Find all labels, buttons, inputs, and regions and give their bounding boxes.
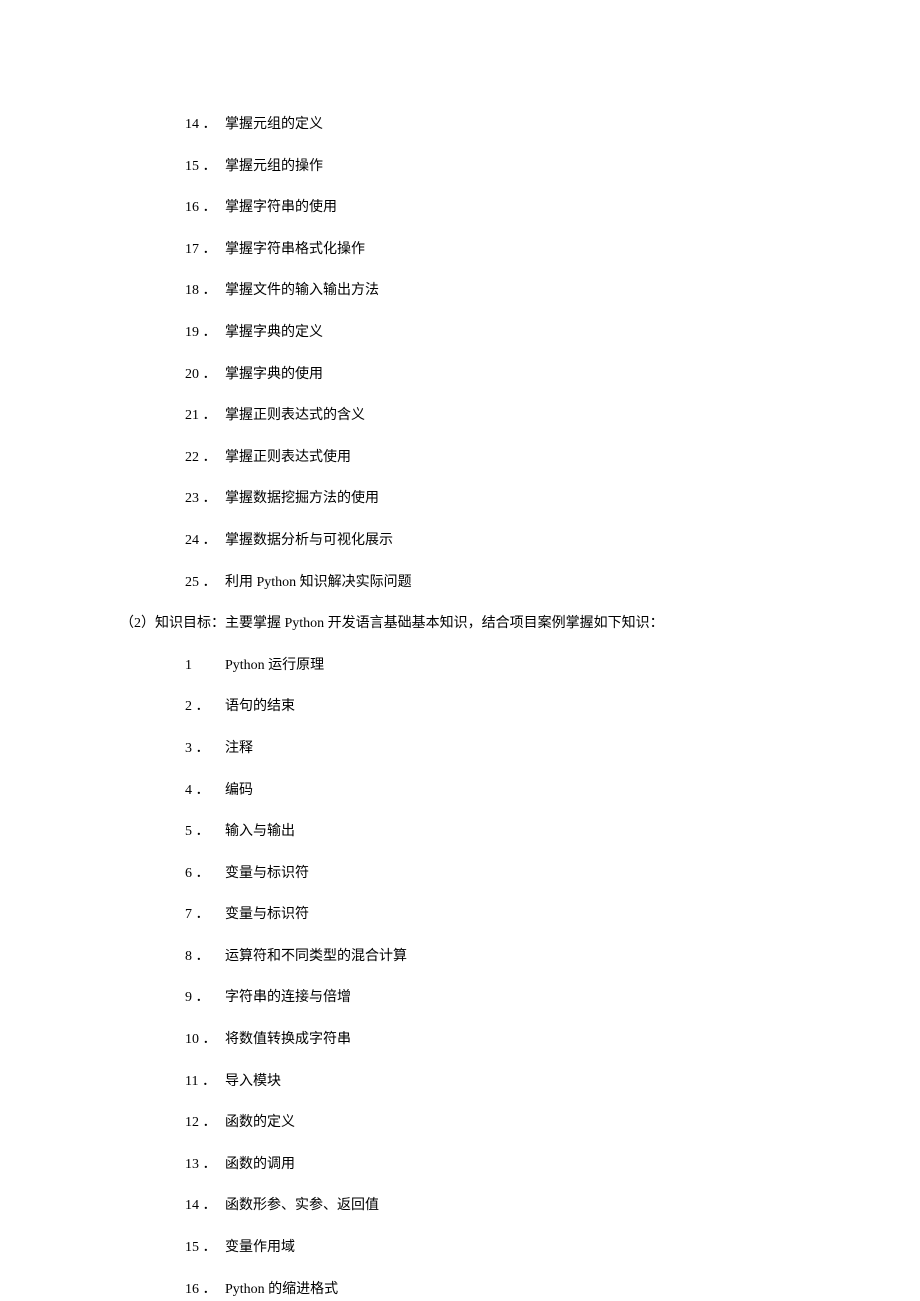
knowledge-goals-list: 1 Python 运行原理 2 ． 语句的结束 3 ． 注释 4 ． 编码 5 … <box>120 656 800 1300</box>
item-text: 函数形参、实参、返回值 <box>225 1196 379 1216</box>
item-text: 编码 <box>225 781 253 801</box>
item-text: 字符串的连接与倍增 <box>225 988 351 1008</box>
item-number: 25 ． <box>185 573 225 593</box>
list-item: 8 ． 运算符和不同类型的混合计算 <box>120 947 800 967</box>
item-text: 将数值转换成字符串 <box>225 1030 351 1050</box>
item-text: 变量与标识符 <box>225 864 309 884</box>
list-item: 12 ． 函数的定义 <box>120 1113 800 1133</box>
list-item: 2 ． 语句的结束 <box>120 697 800 717</box>
item-number: 14 ． <box>185 1196 225 1216</box>
item-number: 15 ． <box>185 1238 225 1258</box>
list-item: 14 ． 函数形参、实参、返回值 <box>120 1196 800 1216</box>
list-item: 18 ． 掌握文件的输入输出方法 <box>120 281 800 301</box>
item-number: 11 ． <box>185 1072 225 1092</box>
item-text: 掌握正则表达式使用 <box>225 448 351 468</box>
item-text: 掌握字符串格式化操作 <box>225 240 365 260</box>
item-number: 12 ． <box>185 1113 225 1133</box>
item-text: 注释 <box>225 739 253 759</box>
item-number: 15 ． <box>185 157 225 177</box>
item-text: Python 运行原理 <box>225 656 324 676</box>
list-item: 17 ． 掌握字符串格式化操作 <box>120 240 800 260</box>
list-item: 4 ． 编码 <box>120 781 800 801</box>
item-text: 输入与输出 <box>225 822 295 842</box>
list-item: 13 ． 函数的调用 <box>120 1155 800 1175</box>
item-text: 运算符和不同类型的混合计算 <box>225 947 407 967</box>
item-text: 变量与标识符 <box>225 905 309 925</box>
item-number: 10 ． <box>185 1030 225 1050</box>
list-item: 7 ． 变量与标识符 <box>120 905 800 925</box>
list-item: 3 ． 注释 <box>120 739 800 759</box>
list-item: 16 ． 掌握字符串的使用 <box>120 198 800 218</box>
list-item: 23 ． 掌握数据挖掘方法的使用 <box>120 489 800 509</box>
list-item: 15 ． 变量作用域 <box>120 1238 800 1258</box>
list-item: 19 ． 掌握字典的定义 <box>120 323 800 343</box>
item-number: 20 ． <box>185 365 225 385</box>
skill-goals-list: 14 ． 掌握元组的定义 15 ． 掌握元组的操作 16 ． 掌握字符串的使用 … <box>120 115 800 592</box>
list-item: 15 ． 掌握元组的操作 <box>120 157 800 177</box>
item-text: Python 的缩进格式 <box>225 1280 338 1300</box>
list-item: 14 ． 掌握元组的定义 <box>120 115 800 135</box>
list-item: 22 ． 掌握正则表达式使用 <box>120 448 800 468</box>
item-number: 5 ． <box>185 822 225 842</box>
list-item: 1 Python 运行原理 <box>120 656 800 676</box>
item-text: 掌握数据挖掘方法的使用 <box>225 489 379 509</box>
list-item: 5 ． 输入与输出 <box>120 822 800 842</box>
list-item: 25 ． 利用 Python 知识解决实际问题 <box>120 573 800 593</box>
item-text: 函数的定义 <box>225 1113 295 1133</box>
item-text: 掌握元组的操作 <box>225 157 323 177</box>
item-number: 4 ． <box>185 781 225 801</box>
item-number: 7 ． <box>185 905 225 925</box>
item-text: 函数的调用 <box>225 1155 295 1175</box>
item-number: 21 ． <box>185 406 225 426</box>
item-number: 16 ． <box>185 198 225 218</box>
item-number: 2 ． <box>185 697 225 717</box>
item-number: 18 ． <box>185 281 225 301</box>
item-number: 3 ． <box>185 739 225 759</box>
section-heading: （2）知识目标：主要掌握 Python 开发语言基础基本知识，结合项目案例掌握如… <box>120 614 800 634</box>
item-number: 9 ． <box>185 988 225 1008</box>
item-number: 23 ． <box>185 489 225 509</box>
item-number: 8 ． <box>185 947 225 967</box>
item-number: 22 ． <box>185 448 225 468</box>
item-text: 利用 Python 知识解决实际问题 <box>225 573 412 593</box>
item-text: 语句的结束 <box>225 697 295 717</box>
item-number: 24 ． <box>185 531 225 551</box>
item-text: 掌握字典的定义 <box>225 323 323 343</box>
list-item: 24 ． 掌握数据分析与可视化展示 <box>120 531 800 551</box>
list-item: 20 ． 掌握字典的使用 <box>120 365 800 385</box>
item-text: 变量作用域 <box>225 1238 295 1258</box>
list-item: 6 ． 变量与标识符 <box>120 864 800 884</box>
item-number: 1 <box>185 656 225 676</box>
item-number: 14 ． <box>185 115 225 135</box>
list-item: 9 ． 字符串的连接与倍增 <box>120 988 800 1008</box>
item-text: 导入模块 <box>225 1072 281 1092</box>
item-number: 16 ． <box>185 1280 225 1300</box>
item-number: 6 ． <box>185 864 225 884</box>
item-number: 13 ． <box>185 1155 225 1175</box>
item-number: 19 ． <box>185 323 225 343</box>
list-item: 21 ． 掌握正则表达式的含义 <box>120 406 800 426</box>
item-number: 17 ． <box>185 240 225 260</box>
item-text: 掌握字符串的使用 <box>225 198 337 218</box>
list-item: 10 ． 将数值转换成字符串 <box>120 1030 800 1050</box>
item-text: 掌握元组的定义 <box>225 115 323 135</box>
item-text: 掌握字典的使用 <box>225 365 323 385</box>
item-text: 掌握数据分析与可视化展示 <box>225 531 393 551</box>
list-item: 16 ． Python 的缩进格式 <box>120 1280 800 1300</box>
item-text: 掌握正则表达式的含义 <box>225 406 365 426</box>
item-text: 掌握文件的输入输出方法 <box>225 281 379 301</box>
list-item: 11 ． 导入模块 <box>120 1072 800 1092</box>
